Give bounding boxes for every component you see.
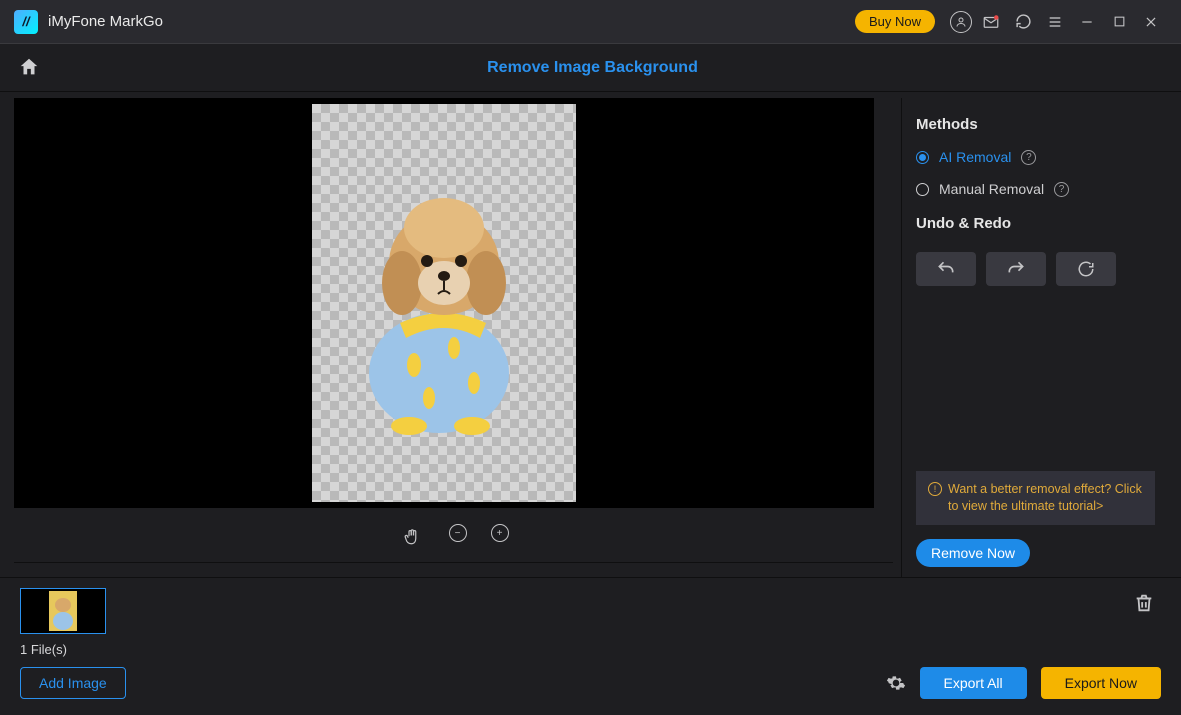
- help-icon[interactable]: ?: [1021, 150, 1036, 165]
- undo-redo-title: Undo & Redo: [916, 215, 1155, 232]
- file-count: 1 File(s): [20, 642, 1161, 657]
- zoom-out-icon[interactable]: −: [449, 524, 467, 542]
- maximize-icon[interactable]: [1106, 9, 1132, 35]
- close-icon[interactable]: [1138, 9, 1164, 35]
- main-area: − + Methods AI Removal ? Manual Removal …: [0, 92, 1181, 577]
- canvas-area: − +: [14, 98, 893, 577]
- settings-icon[interactable]: [886, 673, 906, 693]
- minimize-icon[interactable]: [1074, 9, 1100, 35]
- bottom-actions: Add Image Export All Export Now: [20, 667, 1161, 699]
- menu-icon[interactable]: [1042, 9, 1068, 35]
- app-logo-icon: //: [14, 10, 38, 34]
- user-icon[interactable]: [950, 11, 972, 33]
- redo-button[interactable]: [986, 252, 1046, 286]
- ai-removal-option[interactable]: AI Removal ?: [916, 145, 1155, 177]
- bottom-panel: 1 File(s) Add Image Export All Export No…: [0, 577, 1181, 715]
- pan-icon[interactable]: [399, 524, 425, 550]
- tip-text: Want a better removal effect? Click to v…: [948, 481, 1143, 515]
- page-header: Remove Image Background: [0, 44, 1181, 92]
- thumbnail[interactable]: [20, 588, 106, 634]
- help-icon[interactable]: ?: [1054, 182, 1069, 197]
- refresh-icon[interactable]: [1010, 9, 1036, 35]
- tutorial-tip[interactable]: ! Want a better removal effect? Click to…: [916, 471, 1155, 525]
- side-panel: Methods AI Removal ? Manual Removal ? Un…: [901, 98, 1167, 577]
- page-title: Remove Image Background: [22, 59, 1163, 77]
- subject-image: [354, 168, 534, 438]
- export-all-button[interactable]: Export All: [920, 667, 1027, 699]
- thumbnail-row: [20, 588, 1161, 634]
- thumbnail-image: [49, 591, 77, 631]
- canvas-controls: − +: [14, 508, 893, 563]
- image-canvas[interactable]: [14, 98, 874, 508]
- titlebar: // iMyFone MarkGo Buy Now: [0, 0, 1181, 44]
- ai-removal-label: AI Removal: [939, 149, 1011, 165]
- info-icon: !: [928, 482, 942, 496]
- undo-button[interactable]: [916, 252, 976, 286]
- trash-icon[interactable]: [1133, 592, 1155, 614]
- manual-removal-option[interactable]: Manual Removal ?: [916, 177, 1155, 209]
- buy-now-button[interactable]: Buy Now: [855, 10, 935, 33]
- transparency-checker: [312, 104, 576, 502]
- zoom-in-icon[interactable]: +: [491, 524, 509, 542]
- mail-icon[interactable]: [978, 9, 1004, 35]
- undo-redo-row: [916, 252, 1155, 286]
- reset-button[interactable]: [1056, 252, 1116, 286]
- manual-removal-label: Manual Removal: [939, 181, 1044, 197]
- app-title: iMyFone MarkGo: [48, 13, 163, 30]
- remove-now-button[interactable]: Remove Now: [916, 539, 1030, 567]
- add-image-button[interactable]: Add Image: [20, 667, 126, 699]
- radio-unselected-icon[interactable]: [916, 183, 929, 196]
- methods-title: Methods: [916, 116, 1155, 133]
- export-now-button[interactable]: Export Now: [1041, 667, 1161, 699]
- radio-selected-icon[interactable]: [916, 151, 929, 164]
